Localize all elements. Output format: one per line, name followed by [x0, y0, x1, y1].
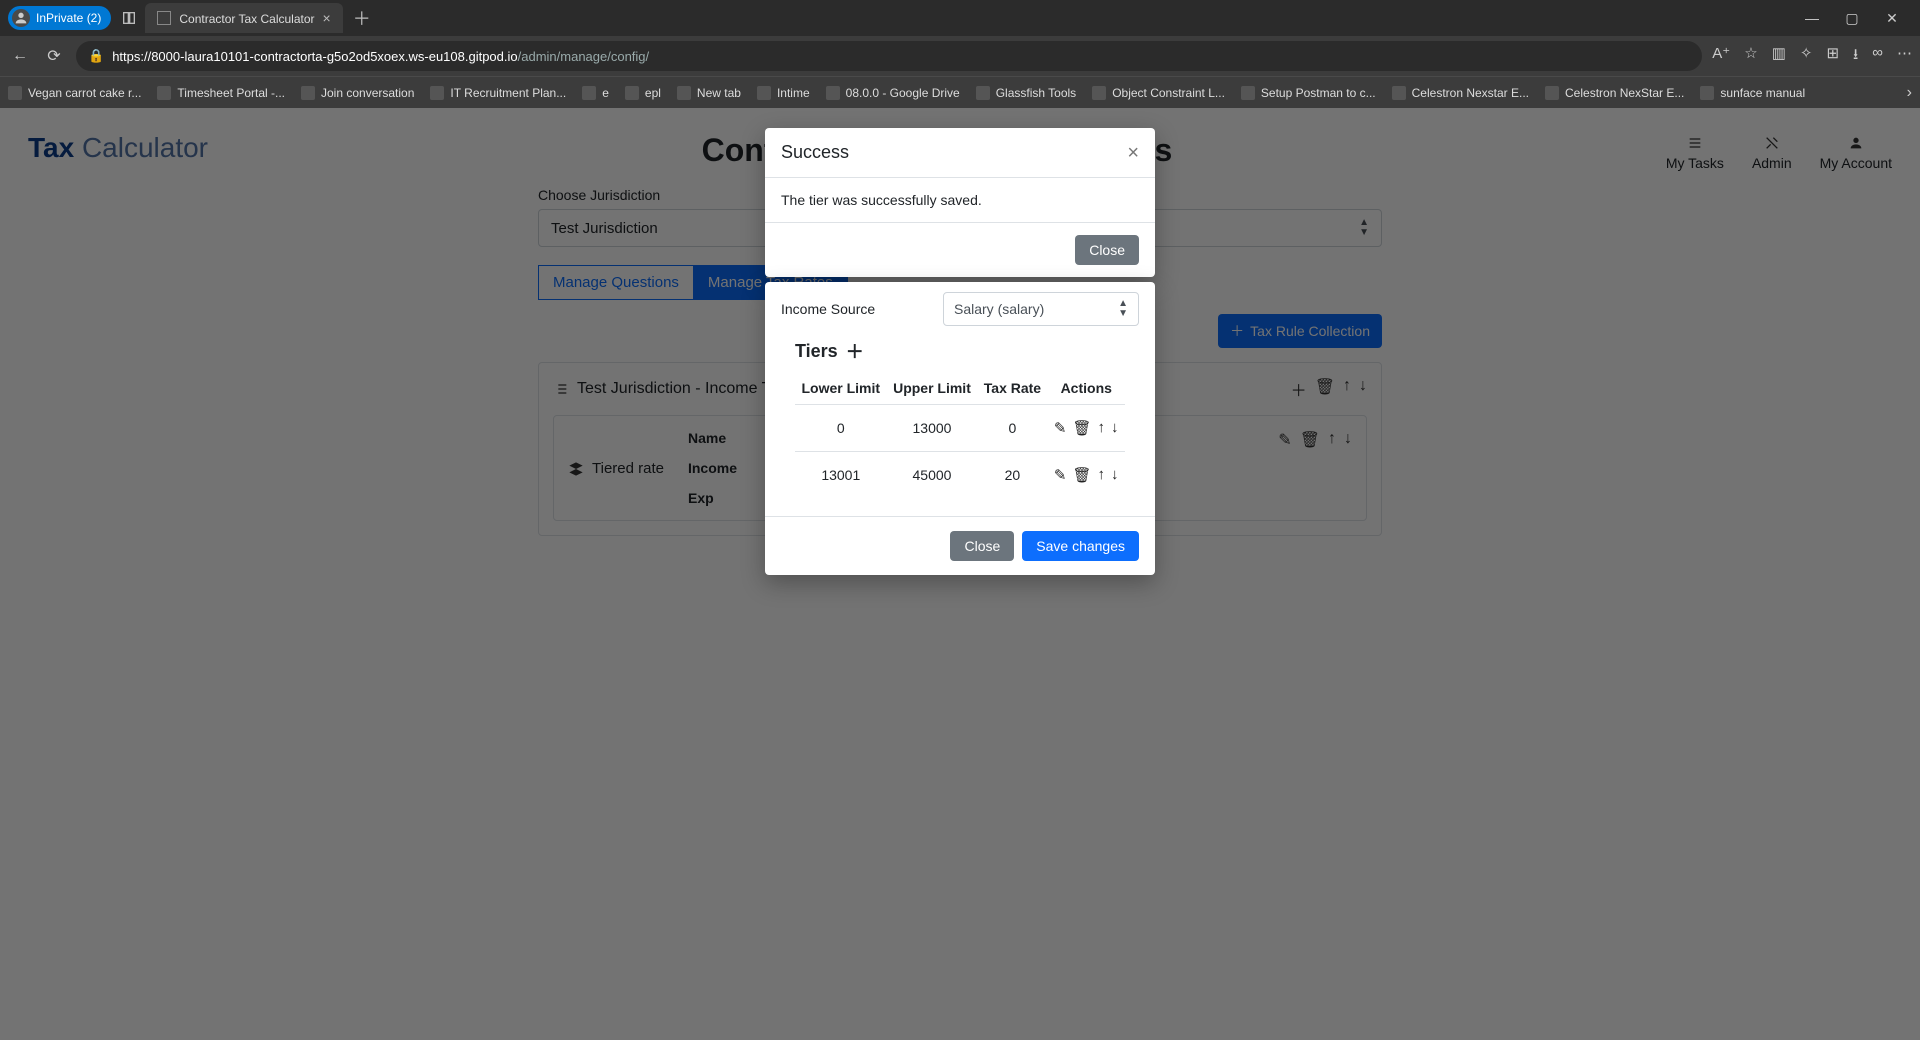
extensions-icon[interactable]: ⊞: [1826, 44, 1839, 69]
bookmark-item[interactable]: Glassfish Tools: [976, 86, 1076, 100]
bookmark-item[interactable]: Join conversation: [301, 86, 414, 100]
maximize-icon[interactable]: ▢: [1832, 10, 1872, 27]
col-actions: Actions: [1047, 372, 1125, 405]
bookmark-favicon-icon: [1545, 86, 1559, 100]
bookmark-item[interactable]: Object Constraint L...: [1092, 86, 1225, 100]
bookmark-favicon-icon: [757, 86, 771, 100]
moveup-icon[interactable]: ↑: [1098, 466, 1106, 484]
tab-favicon-icon: [157, 11, 171, 25]
collections-icon[interactable]: ▥: [1772, 44, 1786, 69]
url-path: /admin/manage/config/: [518, 49, 650, 64]
income-source-select[interactable]: Salary (salary) ▲▼: [943, 292, 1139, 326]
success-body: The tier was successfully saved.: [765, 178, 1155, 222]
bookmarks-bar: Vegan carrot cake r... Timesheet Portal -…: [0, 76, 1920, 108]
lock-icon: 🔒: [88, 48, 104, 64]
tiers-close-button[interactable]: Close: [950, 531, 1014, 561]
bookmark-item[interactable]: Setup Postman to c...: [1241, 86, 1376, 100]
bookmark-item[interactable]: Celestron Nexstar E...: [1392, 86, 1529, 100]
bookmark-item[interactable]: Timesheet Portal -...: [157, 86, 285, 100]
bookmark-favicon-icon: [1700, 86, 1714, 100]
read-aloud-icon[interactable]: A⁺: [1712, 44, 1730, 69]
edit-icon[interactable]: ✎: [1054, 419, 1067, 437]
close-window-icon[interactable]: ✕: [1872, 10, 1912, 27]
bookmark-item[interactable]: New tab: [677, 86, 741, 100]
success-title: Success: [781, 142, 849, 163]
bookmark-favicon-icon: [157, 86, 171, 100]
bookmark-favicon-icon: [976, 86, 990, 100]
bookmark-item[interactable]: Celestron NexStar E...: [1545, 86, 1684, 100]
minimize-icon[interactable]: —: [1792, 10, 1832, 26]
favorite-icon[interactable]: ☆: [1744, 44, 1757, 69]
sync-icon[interactable]: ∞: [1872, 44, 1883, 69]
menu-icon[interactable]: ⋯: [1897, 44, 1912, 69]
url-host: https://8000-laura10101-contractorta-g5o…: [112, 49, 517, 64]
avatar-icon: [12, 9, 30, 27]
new-tab-button[interactable]: ＋: [353, 5, 371, 31]
tiers-save-button[interactable]: Save changes: [1022, 531, 1139, 561]
bookmark-item[interactable]: Vegan carrot cake r...: [8, 86, 141, 100]
downloads-icon[interactable]: ⭳: [1853, 44, 1858, 69]
tiers-modal: Income Source Salary (salary) ▲▼ Tiers ＋: [765, 282, 1155, 575]
titlebar: InPrivate (2) Contractor Tax Calculator …: [0, 0, 1920, 36]
table-row: 0130000✎🗑↑↓: [795, 405, 1125, 452]
tiers-table: Lower Limit Upper Limit Tax Rate Actions…: [795, 372, 1125, 498]
bookmark-item[interactable]: IT Recruitment Plan...: [430, 86, 566, 100]
tab-title: Contractor Tax Calculator: [179, 12, 314, 26]
edit-icon[interactable]: ✎: [1054, 466, 1067, 484]
bookmark-favicon-icon: [625, 86, 639, 100]
bookmark-favicon-icon: [1392, 86, 1406, 100]
inprivate-badge[interactable]: InPrivate (2): [8, 6, 111, 30]
refresh-icon[interactable]: ⟳: [42, 46, 66, 66]
tiers-heading: Tiers: [795, 341, 838, 362]
bookmark-item[interactable]: epl: [625, 86, 661, 100]
bookmark-item[interactable]: 08.0.0 - Google Drive: [826, 86, 960, 100]
back-icon[interactable]: ←: [8, 47, 32, 65]
col-rate: Tax Rate: [977, 372, 1047, 405]
bookmarks-overflow-icon[interactable]: ›: [1907, 84, 1912, 102]
income-source-value: Salary (salary): [954, 301, 1044, 317]
bookmark-favicon-icon: [8, 86, 22, 100]
url-input[interactable]: 🔒 https://8000-laura10101-contractorta-g…: [76, 41, 1702, 71]
chevron-updown-icon: ▲▼: [1118, 299, 1128, 319]
bookmark-favicon-icon: [1092, 86, 1106, 100]
tab-close-icon[interactable]: ×: [323, 10, 331, 26]
bookmark-item[interactable]: e: [582, 86, 609, 100]
modal-overlay: Success × The tier was successfully save…: [0, 108, 1920, 1040]
delete-icon[interactable]: 🗑: [1073, 466, 1092, 484]
browser-tab[interactable]: Contractor Tax Calculator ×: [145, 3, 342, 33]
success-close-button[interactable]: Close: [1075, 235, 1139, 265]
bookmark-favicon-icon: [301, 86, 315, 100]
income-source-label: Income Source: [781, 301, 931, 317]
workspace-icon[interactable]: [121, 9, 137, 27]
bookmark-favicon-icon: [582, 86, 596, 100]
bookmark-item[interactable]: sunface manual: [1700, 86, 1805, 100]
movedown-icon[interactable]: ↓: [1111, 419, 1119, 437]
movedown-icon[interactable]: ↓: [1111, 466, 1119, 484]
delete-icon[interactable]: 🗑: [1073, 419, 1092, 437]
modal-close-icon[interactable]: ×: [1127, 143, 1139, 163]
toolbar-icons: A⁺ ☆ ▥ ✧ ⊞ ⭳ ∞ ⋯: [1712, 44, 1912, 69]
bookmark-favicon-icon: [677, 86, 691, 100]
favorites-bar-icon[interactable]: ✧: [1800, 44, 1813, 69]
viewport: Tax Calculator Configure Tax Rules and R…: [0, 108, 1920, 1040]
col-lower: Lower Limit: [795, 372, 887, 405]
add-tier-button[interactable]: ＋: [846, 338, 864, 364]
col-upper: Upper Limit: [887, 372, 978, 405]
table-row: 130014500020✎🗑↑↓: [795, 452, 1125, 499]
bookmark-favicon-icon: [826, 86, 840, 100]
success-modal: Success × The tier was successfully save…: [765, 128, 1155, 277]
bookmark-item[interactable]: Intime: [757, 86, 810, 100]
bookmark-favicon-icon: [1241, 86, 1255, 100]
moveup-icon[interactable]: ↑: [1098, 419, 1106, 437]
bookmark-favicon-icon: [430, 86, 444, 100]
address-bar: ← ⟳ 🔒 https://8000-laura10101-contractor…: [0, 36, 1920, 76]
inprivate-label: InPrivate (2): [36, 11, 101, 25]
